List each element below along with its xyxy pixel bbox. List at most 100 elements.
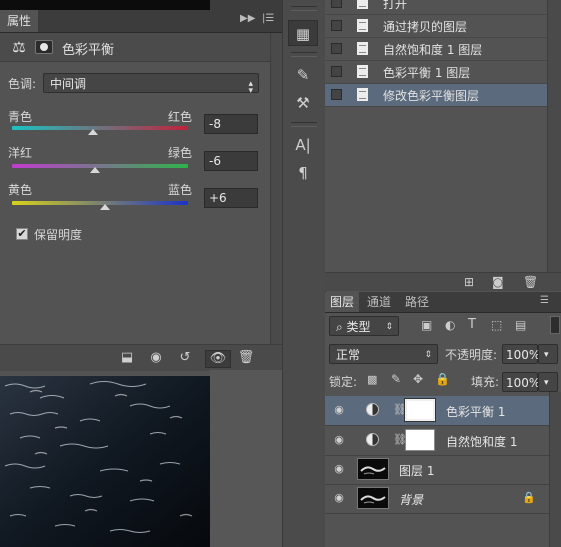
dock-separator	[291, 52, 317, 57]
preserve-luminosity-checkbox[interactable]: ✔	[16, 228, 28, 240]
history-snapshot-checkbox[interactable]	[331, 66, 342, 77]
visibility-icon[interactable]: 👁	[205, 350, 231, 368]
tab-channels[interactable]: 通道	[362, 292, 396, 312]
layer-row-background[interactable]: ◉ 背景 🔒	[325, 484, 549, 514]
eye-icon[interactable]: ◉	[332, 463, 346, 475]
mask-icon[interactable]	[35, 40, 53, 54]
history-item-selected[interactable]: 修改色彩平衡图层	[325, 84, 547, 107]
layer-mask-thumbnail[interactable]	[405, 429, 435, 451]
layers-scrollbar[interactable]	[549, 392, 561, 547]
fill-dropdown-icon[interactable]: ▾	[538, 372, 558, 392]
layer-row-color-balance[interactable]: ◉ ⛓ 色彩平衡 1	[325, 396, 549, 426]
canvas-strip	[0, 0, 210, 10]
history-scrollbar[interactable]	[547, 0, 561, 272]
layers-tabbar: 图层 通道 路径 ☰	[325, 292, 561, 313]
history-item-label: 色彩平衡 1 图层	[383, 66, 471, 80]
cyan-red-track[interactable]	[12, 126, 188, 130]
delete-icon[interactable]: 🗑	[237, 350, 255, 366]
dock-separator	[291, 122, 317, 127]
opacity-dropdown-icon[interactable]: ▾	[538, 344, 558, 364]
history-item[interactable]: 自然饱和度 1 图层	[325, 38, 547, 61]
history-snapshot-checkbox[interactable]	[331, 89, 342, 100]
eye-icon[interactable]: ◉	[332, 434, 346, 446]
layer-row-vibrance[interactable]: ◉ ⛓ 自然饱和度 1	[325, 426, 549, 456]
filter-smart-object-icon[interactable]: ▤	[515, 318, 526, 332]
lock-transparent-icon[interactable]: ▩	[367, 373, 377, 386]
eye-icon[interactable]: ◉	[332, 404, 346, 416]
layer-name[interactable]: 自然饱和度 1	[446, 433, 517, 450]
layer-thumbnail[interactable]	[357, 458, 389, 480]
filter-pixel-icon[interactable]: ▣	[421, 318, 432, 332]
layer-thumbnail-image	[358, 459, 388, 479]
view-previous-icon[interactable]: ◉	[147, 350, 165, 366]
properties-bottom-bar: ⬓ ◉ ↺ 👁 🗑	[0, 344, 282, 371]
yellow-blue-thumb[interactable]	[100, 204, 111, 210]
tone-label: 色调:	[8, 77, 37, 91]
history-panel: 打开 通过拷贝的图层 自然饱和度 1 图层 色彩平衡 1 图层 修改色彩平衡图层…	[325, 0, 561, 291]
eye-icon[interactable]: ◉	[332, 492, 346, 504]
tone-select-value: 中间调	[50, 77, 87, 91]
lock-icon: 🔒	[522, 491, 536, 504]
clip-to-layer-icon[interactable]: ⬓	[118, 350, 136, 366]
cyan-red-value-field[interactable]: -8	[204, 114, 258, 134]
character-panel-icon[interactable]: A|	[288, 132, 318, 158]
magenta-green-thumb[interactable]	[89, 167, 100, 173]
properties-header: ⚖ 色彩平衡	[0, 33, 270, 62]
yellow-blue-value-field[interactable]: +6	[204, 188, 258, 208]
history-item[interactable]: 色彩平衡 1 图层	[325, 61, 547, 84]
slider-3-right-label: 蓝色	[168, 183, 193, 197]
tone-select[interactable]: 中间调 ▴ ▾	[43, 73, 259, 96]
water-texture-image	[0, 376, 210, 547]
panel-menu-icon[interactable]: |☰	[262, 13, 274, 24]
slider-1-right-label: 红色	[168, 110, 193, 124]
reset-icon[interactable]: ↺	[176, 350, 194, 366]
adjustments-panel-icon[interactable]: ▦	[288, 20, 318, 46]
layers-menu-icon[interactable]: ☰	[540, 295, 549, 306]
blend-mode-select[interactable]: 正常 ⇕	[329, 344, 438, 364]
layers-panel: 图层 通道 路径 ☰ ⌕ 类型 ⇕ ▣ ◐ T ⬚ ▤ 正常 ⇕ 不透明度: 1…	[325, 292, 561, 547]
cyan-red-thumb[interactable]	[87, 129, 98, 135]
lock-label: 锁定:	[329, 375, 358, 389]
adjustment-layer-icon	[366, 433, 379, 446]
history-item[interactable]: 打开	[325, 0, 547, 15]
clone-source-icon[interactable]: ⚒	[288, 90, 318, 116]
layer-name[interactable]: 图层 1	[399, 462, 434, 479]
preserve-luminosity-label: 保留明度	[34, 228, 83, 242]
filter-shape-icon[interactable]: ⬚	[491, 318, 502, 332]
new-document-from-state-icon[interactable]: ⊞	[464, 275, 474, 289]
tab-properties[interactable]: 属性	[0, 10, 38, 32]
tab-paths[interactable]: 路径	[400, 292, 434, 312]
lock-image-icon[interactable]: ✎	[391, 372, 401, 386]
layer-filter-select[interactable]: ⌕ 类型 ⇕	[329, 316, 399, 336]
layer-row-layer1[interactable]: ◉ 图层 1	[325, 455, 549, 485]
magenta-green-value-field[interactable]: -6	[204, 151, 258, 171]
delete-state-icon[interactable]: 🗑	[523, 275, 538, 289]
filter-adjustment-icon[interactable]: ◐	[445, 318, 455, 332]
fill-field[interactable]: 100%	[502, 372, 540, 392]
history-snapshot-checkbox[interactable]	[331, 0, 342, 8]
layer-name[interactable]: 色彩平衡 1	[446, 403, 505, 420]
lock-all-icon[interactable]: 🔒	[435, 372, 450, 386]
lock-position-icon[interactable]: ✥	[413, 372, 423, 386]
history-item[interactable]: 通过拷贝的图层	[325, 15, 547, 38]
layer-name[interactable]: 背景	[399, 491, 423, 508]
layer-mask-thumbnail[interactable]	[404, 398, 436, 422]
balance-scale-icon[interactable]: ⚖	[9, 38, 29, 56]
brush-presets-icon[interactable]: ✎	[288, 62, 318, 88]
history-state-icon	[357, 0, 368, 9]
snapshot-camera-icon[interactable]: ◙	[492, 275, 504, 289]
history-state-icon	[357, 19, 368, 32]
history-snapshot-checkbox[interactable]	[331, 43, 342, 54]
magenta-green-track[interactable]	[12, 164, 188, 168]
adjustment-layer-icon	[366, 403, 379, 416]
layer-thumbnail[interactable]	[357, 487, 389, 509]
filter-toggle[interactable]	[550, 316, 560, 334]
history-snapshot-checkbox[interactable]	[331, 20, 342, 31]
tab-layers[interactable]: 图层	[325, 292, 360, 312]
opacity-field[interactable]: 100%	[502, 344, 540, 364]
history-state-icon	[357, 65, 368, 78]
collapse-icon[interactable]: ▶▶	[240, 13, 255, 24]
paragraph-panel-icon[interactable]: ¶	[288, 160, 318, 186]
document-canvas-image[interactable]	[0, 376, 210, 547]
filter-type-icon[interactable]: T	[468, 317, 476, 332]
